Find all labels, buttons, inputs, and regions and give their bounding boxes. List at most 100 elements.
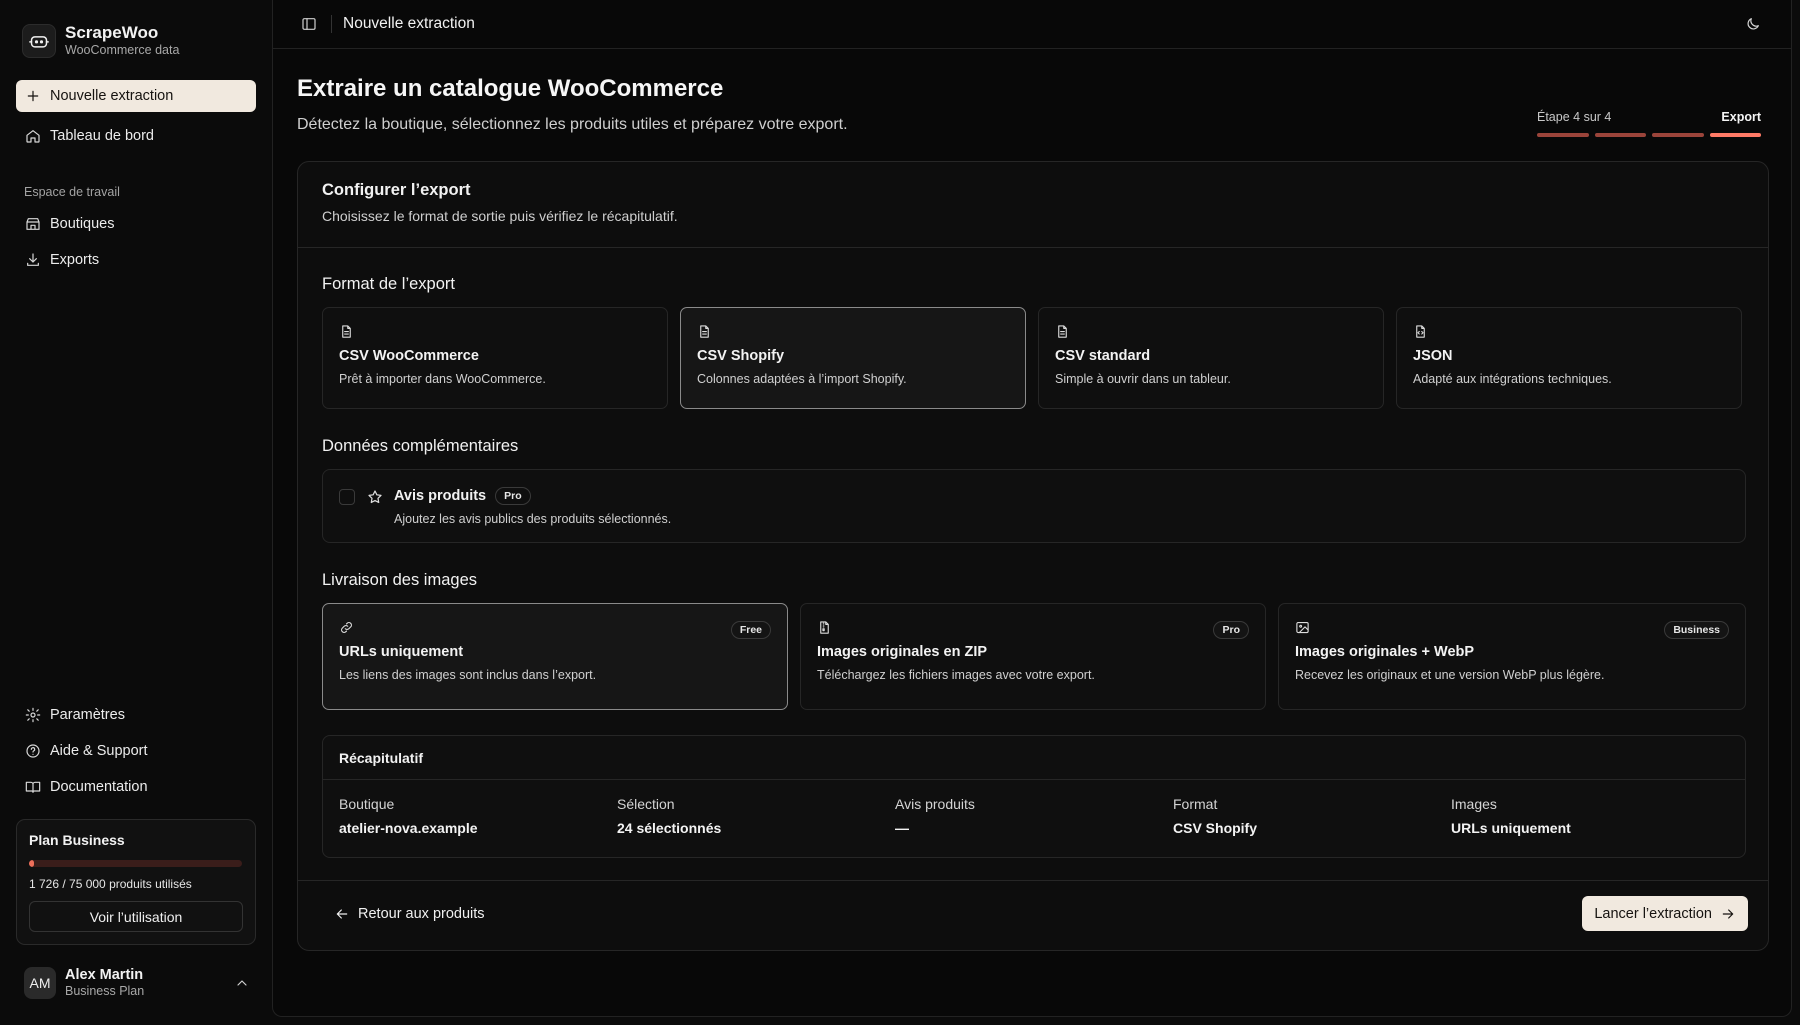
summary-value: — xyxy=(895,820,909,836)
sidebar-item-settings[interactable]: Paramètres xyxy=(16,699,256,731)
arrow-right-icon xyxy=(1722,908,1734,919)
app-tagline: WooCommerce data xyxy=(65,43,180,57)
stepper: Étape 4 sur 4 Export xyxy=(1537,110,1761,137)
plan-card: Plan Business 1 726 / 75 000 produits ut… xyxy=(16,819,256,945)
sidebar-item-help[interactable]: Aide & Support xyxy=(16,735,256,767)
robot-logo-icon xyxy=(22,23,56,58)
moon-icon[interactable] xyxy=(1745,16,1761,32)
app-name: ScrapeWoo xyxy=(65,23,159,42)
new-extraction-label: Nouvelle extraction xyxy=(50,88,174,104)
file-icon xyxy=(700,325,709,338)
back-button-label: Retour aux produits xyxy=(358,906,485,922)
sidebar-item-documentation[interactable]: Documentation xyxy=(16,771,256,803)
summary-label: Format xyxy=(1173,796,1218,812)
reviews-checkbox[interactable] xyxy=(339,489,355,505)
user-menu[interactable]: AM Alex Martin Business Plan xyxy=(24,967,250,999)
sidebar: ScrapeWoo WooCommerce data Nouvelle extr… xyxy=(0,0,272,1025)
option-desc: Prêt à importer dans WooCommerce. xyxy=(339,372,546,386)
plan-badge: Pro xyxy=(1213,621,1249,639)
format-option-csv-woocommerce[interactable]: CSV WooCommerce Prêt à importer dans Woo… xyxy=(322,307,668,409)
file-icon xyxy=(1058,325,1067,338)
image-option-zip[interactable]: Pro Images originales en ZIP Téléchargez… xyxy=(800,603,1266,710)
book-icon xyxy=(25,781,41,793)
summary-value: URLs uniquement xyxy=(1451,820,1571,836)
file-code-icon xyxy=(1416,325,1425,338)
option-title: CSV Shopify xyxy=(697,348,785,364)
sidebar-item-exports[interactable]: Exports xyxy=(16,244,256,276)
sidebar-item-dashboard[interactable]: Tableau de bord xyxy=(16,120,256,152)
breadcrumb: Nouvelle extraction xyxy=(343,15,475,32)
brand[interactable]: ScrapeWoo WooCommerce data xyxy=(22,23,179,58)
plan-badge: Free xyxy=(730,621,771,639)
export-config-card: Configurer l’export Choisissez le format… xyxy=(297,161,1769,951)
option-title: Images originales en ZIP xyxy=(817,644,988,660)
card-title: Configurer l’export xyxy=(322,181,471,199)
sidebar-item-label: Paramètres xyxy=(50,707,125,723)
launch-extraction-button[interactable]: Lancer l’extraction xyxy=(1582,896,1748,931)
format-option-json[interactable]: JSON Adapté aux intégrations techniques. xyxy=(1396,307,1742,409)
stepper-segment xyxy=(1537,133,1589,137)
summary-title: Récapitulatif xyxy=(323,736,1745,780)
plan-usage-fill xyxy=(29,860,34,867)
plan-title: Plan Business xyxy=(29,832,125,848)
user-plan: Business Plan xyxy=(65,984,145,998)
option-desc: Recevez les originaux et une version Web… xyxy=(1295,668,1605,682)
help-circle-icon xyxy=(26,744,40,758)
sidebar-item-label: Aide & Support xyxy=(50,743,148,759)
image-option-urls[interactable]: Free URLs uniquement Les liens des image… xyxy=(322,603,788,710)
option-title: CSV standard xyxy=(1055,348,1151,364)
back-to-products-button[interactable]: Retour aux produits xyxy=(334,906,485,922)
chevron-up-icon xyxy=(237,980,247,986)
plan-usage-bar xyxy=(29,860,242,867)
user-name: Alex Martin xyxy=(65,967,144,983)
option-title: Images originales + WebP xyxy=(1295,644,1475,660)
image-option-webp[interactable]: Business Images originales + WebP Receve… xyxy=(1278,603,1746,710)
summary-label: Images xyxy=(1451,796,1497,812)
reviews-desc: Ajoutez les avis publics des produits sé… xyxy=(394,512,672,526)
plus-icon xyxy=(27,90,39,102)
stepper-progress xyxy=(1537,133,1761,137)
view-usage-button[interactable]: Voir l’utilisation xyxy=(29,901,243,932)
extra-section-title: Données complémentaires xyxy=(322,437,519,455)
summary-item: Boutique atelier-nova.example xyxy=(339,796,617,836)
store-icon xyxy=(26,218,40,230)
sidebar-item-boutiques[interactable]: Boutiques xyxy=(16,208,256,240)
summary-item: Images URLs uniquement xyxy=(1451,796,1729,836)
launch-button-label: Lancer l’extraction xyxy=(1594,905,1712,922)
summary-label: Sélection xyxy=(617,796,675,812)
star-icon xyxy=(368,490,382,504)
sidebar-item-label: Documentation xyxy=(50,779,148,795)
option-title: JSON xyxy=(1413,348,1453,364)
arrow-left-icon xyxy=(336,909,348,919)
sidebar-item-label: Boutiques xyxy=(50,216,115,232)
avatar: AM xyxy=(24,967,56,999)
summary-panel: Récapitulatif Boutique atelier-nova.exam… xyxy=(322,735,1746,858)
summary-item: Format CSV Shopify xyxy=(1173,796,1451,836)
summary-label: Boutique xyxy=(339,796,395,812)
plan-usage-text: 1 726 / 75 000 produits utilisés xyxy=(29,877,192,891)
card-footer: Retour aux produits Lancer l’extraction xyxy=(298,880,1768,950)
format-option-csv-standard[interactable]: CSV standard Simple à ouvrir dans un tab… xyxy=(1038,307,1384,409)
option-title: CSV WooCommerce xyxy=(339,348,479,364)
download-icon xyxy=(27,253,39,266)
sidebar-toggle-icon[interactable] xyxy=(301,16,317,32)
stepper-label: Étape 4 sur 4 xyxy=(1537,110,1612,124)
new-extraction-button[interactable]: Nouvelle extraction xyxy=(16,80,256,112)
option-desc: Les liens des images sont inclus dans l’… xyxy=(339,668,597,682)
option-desc: Adapté aux intégrations techniques. xyxy=(1413,372,1612,386)
page-title: Extraire un catalogue WooCommerce xyxy=(297,75,724,102)
card-header: Configurer l’export Choisissez le format… xyxy=(298,162,1768,248)
summary-value: atelier-nova.example xyxy=(339,820,478,836)
reviews-title: Avis produits xyxy=(394,488,487,504)
stepper-step-name: Export xyxy=(1721,110,1761,124)
reviews-option[interactable]: Avis produits Pro Ajoutez les avis publi… xyxy=(322,469,1746,543)
option-desc: Téléchargez les fichiers images avec vot… xyxy=(817,668,1095,682)
stepper-segment xyxy=(1652,133,1704,137)
image-options: Free URLs uniquement Les liens des image… xyxy=(322,603,1746,710)
link-icon xyxy=(341,622,352,633)
file-archive-icon xyxy=(820,621,829,634)
page-subtitle: Détectez la boutique, sélectionnez les p… xyxy=(297,116,848,133)
images-section-title: Livraison des images xyxy=(322,571,477,589)
format-option-csv-shopify[interactable]: CSV Shopify Colonnes adaptées à l’import… xyxy=(680,307,1026,409)
topbar: Nouvelle extraction xyxy=(273,0,1791,49)
